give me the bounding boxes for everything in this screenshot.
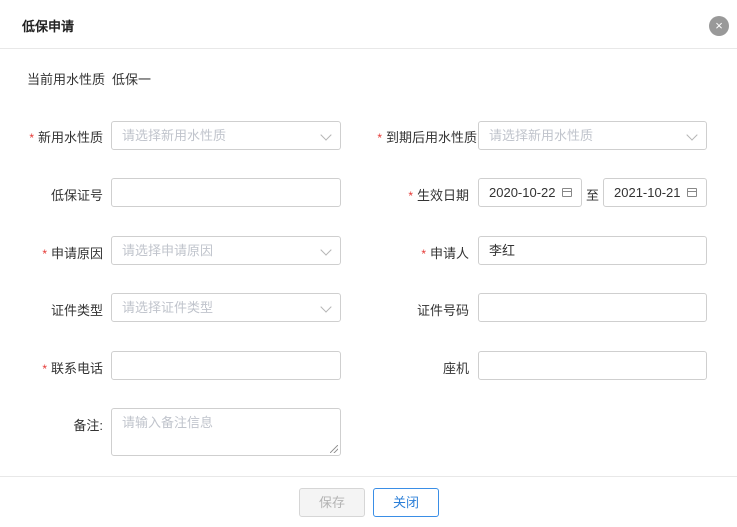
chevron-down-icon (320, 301, 332, 313)
applicant-label: * 申请人 (421, 246, 469, 261)
reason-placeholder: 请选择申请原因 (122, 243, 214, 258)
id-type-placeholder: 请选择证件类型 (122, 300, 214, 315)
cert-no-label: 低保证号 (50, 188, 103, 203)
chevron-down-icon (320, 129, 332, 141)
cert-no-input[interactable] (111, 178, 341, 207)
required-mark: * (42, 247, 47, 261)
calendar-icon (562, 188, 572, 197)
dialog-header: 低保申请 × (0, 0, 737, 49)
close-icon[interactable]: × (709, 16, 729, 36)
calendar-icon (687, 188, 697, 197)
landline-label: 座机 (442, 361, 469, 376)
required-mark: * (29, 131, 34, 145)
dialog-footer: 保存 关闭 (0, 476, 737, 527)
id-type-label: 证件类型 (50, 303, 103, 318)
landline-input[interactable] (478, 351, 707, 380)
new-nature-select[interactable]: 请选择新用水性质 (111, 121, 341, 150)
expire-nature-placeholder: 请选择新用水性质 (489, 128, 594, 143)
expire-nature-label: * 到期后用水性质 (377, 130, 477, 145)
apply-dialog: 低保申请 × 当前用水性质 低保一 * 新用水性质 请选择新用水性质 * 到期后用水… (0, 0, 737, 526)
applicant-input[interactable]: 李红 (478, 236, 707, 265)
chevron-down-icon (320, 244, 332, 256)
new-nature-placeholder: 请选择新用水性质 (122, 128, 227, 143)
new-nature-label: * 新用水性质 (29, 130, 103, 145)
required-mark: * (421, 247, 426, 261)
remark-label: 备注: (73, 418, 103, 433)
expire-nature-select[interactable]: 请选择新用水性质 (478, 121, 707, 150)
remark-textarea[interactable]: 请输入备注信息 (111, 408, 341, 456)
reason-label: * 申请原因 (42, 246, 103, 261)
date-range-separator: 至 (586, 188, 600, 203)
current-nature-value: 低保一 (112, 72, 152, 87)
id-no-label: 证件号码 (416, 303, 469, 318)
current-nature-label: 当前用水性质 (27, 72, 106, 87)
required-mark: * (42, 362, 47, 376)
chevron-down-icon (686, 129, 698, 141)
id-no-input[interactable] (478, 293, 707, 322)
required-mark: * (377, 131, 382, 145)
required-mark: * (408, 189, 413, 203)
dialog-title: 低保申请 (22, 19, 75, 34)
save-button[interactable]: 保存 (299, 488, 365, 517)
remark-placeholder: 请输入备注信息 (122, 415, 214, 430)
end-date-value: 2021-10-21 (614, 185, 681, 200)
id-type-select[interactable]: 请选择证件类型 (111, 293, 341, 322)
effective-date-label: * 生效日期 (408, 188, 469, 203)
phone-input[interactable] (111, 351, 341, 380)
end-date-input[interactable]: 2021-10-21 (603, 178, 707, 207)
start-date-input[interactable]: 2020-10-22 (478, 178, 582, 207)
start-date-value: 2020-10-22 (489, 185, 556, 200)
close-button[interactable]: 关闭 (373, 488, 439, 517)
reason-select[interactable]: 请选择申请原因 (111, 236, 341, 265)
resize-handle-icon[interactable] (330, 445, 338, 453)
phone-label: * 联系电话 (42, 361, 103, 376)
